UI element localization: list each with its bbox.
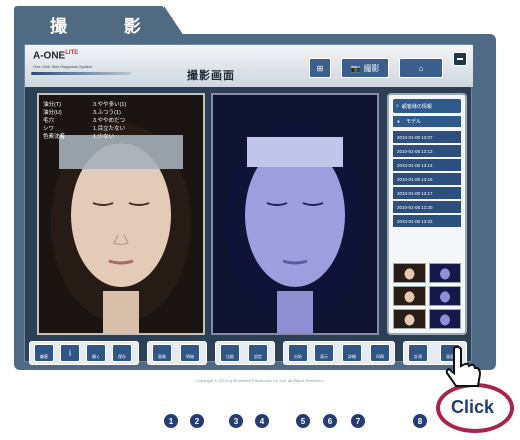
- compare-icon: 比較: [226, 354, 234, 359]
- info-icon: i: [69, 348, 71, 358]
- print-button[interactable]: 印刷: [370, 344, 390, 362]
- session-item[interactable]: 2010-01-08 13:13: [393, 145, 461, 157]
- callout-marker: 1: [164, 414, 178, 428]
- detail-button[interactable]: 詳細: [342, 344, 362, 362]
- customer-button[interactable]: 顧客: [34, 344, 54, 362]
- home-button[interactable]: ⌂: [399, 58, 443, 78]
- printer-icon: 印刷: [376, 354, 384, 359]
- toolbar-group-file: 顧客 i 開く 保存: [29, 341, 139, 365]
- toolbar-group-edit: 比較 設定: [215, 341, 275, 365]
- click-callout-label: Click: [451, 397, 495, 417]
- callout-marker: 8: [413, 414, 427, 428]
- callout-marker: 7: [351, 414, 365, 428]
- measure-button[interactable]: 計測: [408, 344, 428, 362]
- save-icon: 保存: [118, 354, 126, 359]
- camera-icon: 📷: [350, 63, 361, 73]
- thumbnail[interactable]: [393, 309, 426, 329]
- callout-marker: 5: [296, 414, 310, 428]
- analysis-button[interactable]: 分析: [288, 344, 308, 362]
- bottom-toolbar: 顧客 i 開く 保存 画像 明暗 比較 設定 分析 表示 詳細 印刷 計測 画面: [29, 341, 469, 365]
- readout-row: 油分(U) 3.ふつう(1): [43, 110, 121, 116]
- thumbnail[interactable]: [393, 286, 426, 306]
- image-icon: 画像: [158, 354, 166, 359]
- user-icon: ●: [397, 118, 401, 125]
- page-title: 撮影画面: [187, 70, 235, 82]
- display-button[interactable]: 表示: [314, 344, 334, 362]
- image-button[interactable]: 画像: [152, 344, 172, 362]
- brand-wave-decoration: [31, 72, 131, 75]
- session-item[interactable]: 2010-01-08 13:17: [393, 187, 461, 199]
- folder-icon: 開く: [92, 354, 100, 359]
- customer-sidebar: ⌕ 顧客様の情報 ● モデル 2010-01-08 13:07 2010-01-…: [387, 93, 467, 335]
- normal-light-photo[interactable]: 油分(T) 3.やや多い(1) 油分(U) 3.ふつう(1) 毛穴 3.ややめだつ シ…: [37, 93, 205, 335]
- customer-icon: 顧客: [40, 354, 48, 359]
- callout-marker: 3: [229, 414, 243, 428]
- monitor-icon: 設定: [254, 354, 262, 359]
- minimize-button[interactable]: [453, 52, 467, 66]
- settings-button[interactable]: 設定: [248, 344, 268, 362]
- compare-button[interactable]: 比較: [220, 344, 240, 362]
- layout-button[interactable]: ⊞: [309, 58, 331, 78]
- search-icon: ⌕: [396, 103, 399, 109]
- face-photo-uv: [225, 123, 365, 333]
- home-icon: ⌂: [418, 63, 424, 73]
- measure-icon: 計測: [414, 354, 422, 359]
- toolbar-group-analysis: 分析 表示 詳細 印刷: [283, 341, 395, 365]
- thumbnail[interactable]: [428, 309, 461, 329]
- callout-marker: 6: [323, 414, 337, 428]
- brand-logo: A-ONELITE: [33, 50, 79, 62]
- session-item[interactable]: 2010-01-08 13:20: [393, 201, 461, 213]
- customer-search-button[interactable]: ⌕ 顧客様の情報: [393, 99, 461, 113]
- session-item[interactable]: 2010-01-08 13:07: [393, 131, 461, 143]
- detail-icon: 詳細: [348, 354, 356, 359]
- skin-analysis-readout: 油分(T) 3.やや多い(1) 油分(U) 3.ふつう(1) 毛穴 3.ややめだつ シ…: [43, 101, 126, 141]
- brightness-button[interactable]: 明暗: [180, 344, 200, 362]
- open-button[interactable]: 開く: [86, 344, 106, 362]
- book-icon: 分析: [294, 354, 302, 359]
- readout-row: シワ 1.目立たない: [43, 126, 126, 132]
- app-window: A-ONELITE One Click Skin Diagnosis Syste…: [24, 44, 473, 365]
- readout-row: 油分(T) 3.やや多い(1): [43, 102, 127, 108]
- brightness-icon: 明暗: [186, 354, 194, 359]
- pointer-hand-icon: [445, 345, 482, 387]
- thumbnail[interactable]: [428, 286, 461, 306]
- save-button[interactable]: 保存: [112, 344, 132, 362]
- info-button[interactable]: i: [60, 344, 80, 362]
- cube-icon: 表示: [320, 354, 328, 359]
- callout-marker: 4: [255, 414, 269, 428]
- toolbar-group-light: 画像 明暗: [147, 341, 207, 365]
- customer-name-bar[interactable]: ● モデル: [393, 116, 461, 127]
- layout-icon: ⊞: [316, 63, 324, 73]
- callout-marker: 2: [190, 414, 204, 428]
- session-item[interactable]: 2010-01-08 13:16: [393, 173, 461, 185]
- capture-button[interactable]: 📷 撮影: [341, 58, 389, 78]
- readout-row: 毛穴 3.ややめだつ: [43, 118, 126, 124]
- thumbnail-grid: [393, 263, 461, 329]
- session-item[interactable]: 2010-01-08 13:22: [393, 215, 461, 227]
- uv-light-photo[interactable]: [211, 93, 379, 335]
- session-list: 2010-01-08 13:07 2010-01-08 13:13 2010-0…: [393, 131, 461, 229]
- session-item[interactable]: 2010-01-08 13:14: [393, 159, 461, 171]
- thumbnail[interactable]: [428, 263, 461, 283]
- readout-row: 色素沈着 1.少ない: [43, 134, 115, 140]
- app-header: A-ONELITE One Click Skin Diagnosis Syste…: [25, 45, 473, 87]
- brand-subtitle: One Click Skin Diagnosis System: [33, 64, 93, 69]
- thumbnail[interactable]: [393, 263, 426, 283]
